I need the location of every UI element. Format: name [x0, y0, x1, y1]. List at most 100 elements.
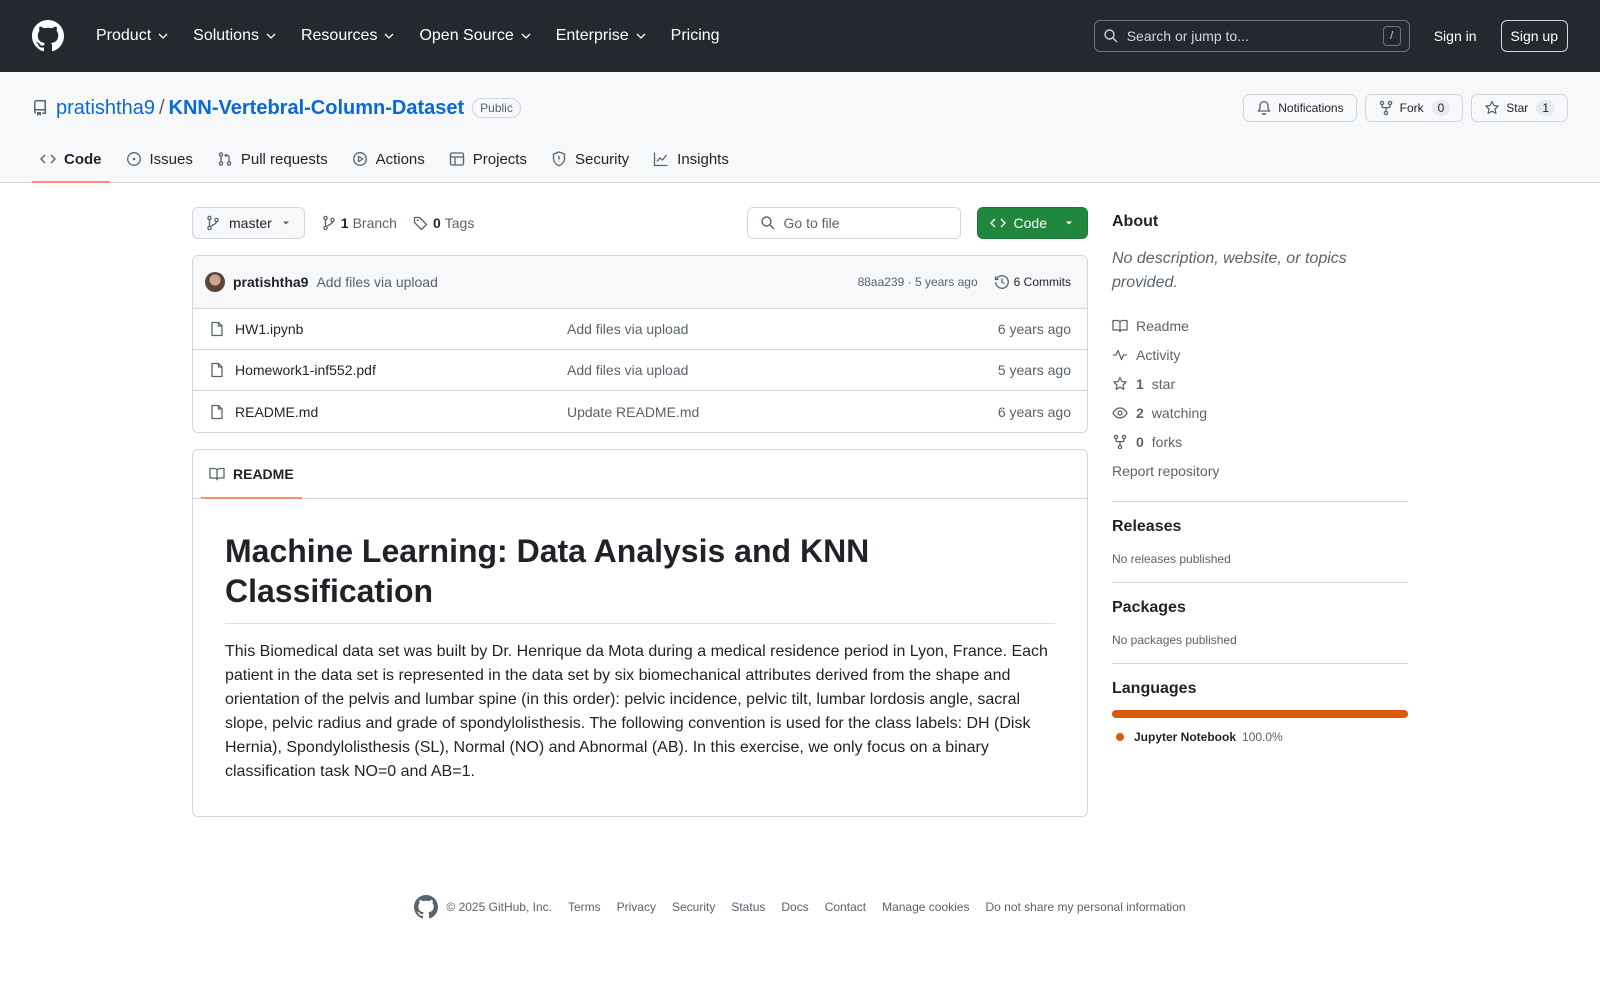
- code-button-label: Code: [1013, 215, 1047, 231]
- stars-label: star: [1151, 375, 1176, 392]
- file-commit-link[interactable]: Add files via upload: [567, 362, 998, 378]
- file-age: 6 years ago: [997, 403, 1071, 420]
- search-placeholder: Search or jump to...: [1126, 28, 1249, 44]
- tab-projects[interactable]: Projects: [441, 136, 535, 182]
- table-row[interactable]: HW1.ipynb Add files via upload 6 years a…: [193, 309, 1087, 350]
- stars-link[interactable]: 1 star: [1112, 369, 1408, 398]
- sign-in-link[interactable]: Sign in: [1434, 22, 1477, 50]
- releases-text: No releases published: [1112, 552, 1231, 566]
- releases-heading[interactable]: Releases: [1112, 518, 1408, 536]
- table-row[interactable]: README.md Update README.md 6 years ago: [193, 391, 1087, 432]
- packages-heading[interactable]: Packages: [1112, 599, 1408, 617]
- repo-name-link[interactable]: KNN-Vertebral-Column-Dataset: [169, 97, 465, 120]
- branches-link[interactable]: 1 Branch: [321, 215, 397, 231]
- code-icon: [989, 218, 1006, 228]
- packages-section: Packages No packages published: [1112, 582, 1408, 647]
- commit-author-link[interactable]: pratishtha9: [233, 274, 308, 290]
- search-icon: [760, 216, 775, 230]
- global-search-input[interactable]: Search or jump to... /: [1093, 20, 1410, 52]
- commit-hash-age[interactable]: 88aa239 · 5 years ago: [858, 275, 978, 289]
- readme-title: Machine Learning: Data Analysis and KNN …: [225, 531, 1055, 624]
- fork-icon: [1379, 100, 1392, 116]
- nav-product[interactable]: Product: [88, 21, 177, 51]
- chevron-down-icon: [636, 33, 646, 39]
- tab-pull-requests[interactable]: Pull requests: [209, 136, 336, 182]
- sign-up-button[interactable]: Sign up: [1500, 20, 1568, 52]
- nav-resources[interactable]: Resources: [293, 21, 403, 51]
- footer-link-manage-cookies[interactable]: Manage cookies: [882, 900, 969, 914]
- tag-icon: [413, 216, 428, 231]
- tab-code[interactable]: Code: [32, 136, 110, 183]
- repo-title-row: pratishtha9 / KNN-Vertebral-Column-Datas…: [0, 72, 1600, 136]
- site-footer: © 2025 GitHub, Inc. Terms Privacy Securi…: [0, 895, 1600, 919]
- languages-heading: Languages: [1112, 680, 1197, 697]
- about-heading: About: [1112, 213, 1159, 230]
- tab-issues[interactable]: Issues: [118, 136, 201, 182]
- readme-link[interactable]: Readme: [1112, 311, 1408, 340]
- file-name-link[interactable]: README.md: [235, 404, 567, 420]
- activity-link-label: Activity: [1136, 346, 1181, 363]
- forks-link[interactable]: 0 forks: [1112, 427, 1408, 456]
- footer-link-privacy[interactable]: Privacy: [617, 900, 656, 914]
- footer-link-terms[interactable]: Terms: [568, 900, 601, 914]
- tag-count: 0: [432, 215, 441, 231]
- fork-icon: [1113, 434, 1127, 449]
- tag-label: Tags: [444, 215, 475, 231]
- avatar[interactable]: [205, 272, 225, 292]
- activity-link[interactable]: Activity: [1112, 340, 1408, 369]
- repo-owner-link[interactable]: pratishtha9: [56, 97, 155, 120]
- nav-solutions-label: Solutions: [193, 27, 259, 44]
- star-button[interactable]: Star 1: [1471, 94, 1568, 122]
- repo-layout: master 1 Branch 0 Tags Go to file Code p…: [0, 183, 1600, 817]
- github-logo-icon[interactable]: [414, 895, 439, 919]
- file-commit-link[interactable]: Add files via upload: [567, 321, 998, 337]
- file-name-link[interactable]: HW1.ipynb: [235, 321, 567, 337]
- language-item[interactable]: Jupyter Notebook 100.0%: [1112, 730, 1408, 744]
- latest-commit-row: pratishtha9 Add files via upload 88aa239…: [193, 256, 1087, 309]
- file-name-link[interactable]: Homework1-inf552.pdf: [235, 362, 567, 378]
- notifications-button[interactable]: Notifications: [1243, 94, 1357, 122]
- releases-section: Releases No releases published: [1112, 501, 1408, 566]
- about-sidebar: About No description, website, or topics…: [1112, 207, 1408, 817]
- shield-icon: [552, 151, 566, 167]
- commits-history-link[interactable]: 6 Commits: [994, 274, 1071, 290]
- branch-icon: [323, 215, 335, 231]
- tags-link[interactable]: 0 Tags: [413, 215, 474, 231]
- go-to-file-input[interactable]: Go to file: [746, 207, 961, 239]
- tab-insights[interactable]: Insights: [645, 136, 737, 182]
- code-dropdown-button[interactable]: Code: [976, 207, 1088, 239]
- notifications-label: Notifications: [1278, 101, 1344, 115]
- footer-link-status[interactable]: Status: [731, 900, 765, 914]
- file-icon: [211, 404, 223, 419]
- readme-content: Machine Learning: Data Analysis and KNN …: [193, 499, 1087, 816]
- search-shortcut-key: /: [1382, 26, 1401, 46]
- commits-count: 6 Commits: [1013, 275, 1071, 289]
- readme-header: README: [193, 450, 1087, 499]
- report-repository-link[interactable]: Report repository: [1112, 456, 1408, 485]
- nav-open-source[interactable]: Open Source: [411, 21, 539, 51]
- footer-link-docs[interactable]: Docs: [781, 900, 808, 914]
- branch-selector[interactable]: master: [192, 207, 305, 239]
- tab-security[interactable]: Security: [543, 136, 637, 182]
- file-navigation: master 1 Branch 0 Tags Go to file Code: [192, 207, 1088, 239]
- watchers-link[interactable]: 2 watching: [1112, 398, 1408, 427]
- footer-link-security[interactable]: Security: [672, 900, 715, 914]
- file-list: pratishtha9 Add files via upload 88aa239…: [192, 255, 1088, 433]
- tab-actions[interactable]: Actions: [344, 136, 433, 182]
- github-logo-icon[interactable]: [32, 20, 64, 52]
- history-icon: [994, 275, 1009, 289]
- nav-pricing[interactable]: Pricing: [663, 21, 728, 51]
- nav-enterprise-label: Enterprise: [555, 27, 629, 44]
- nav-enterprise[interactable]: Enterprise: [548, 21, 655, 51]
- packages-text: No packages published: [1112, 633, 1237, 647]
- commit-message-link[interactable]: Add files via upload: [316, 274, 437, 290]
- file-commit-link[interactable]: Update README.md: [567, 404, 998, 420]
- tab-pull-requests-label: Pull requests: [240, 150, 328, 168]
- fork-button[interactable]: Fork 0: [1364, 94, 1464, 122]
- table-row[interactable]: Homework1-inf552.pdf Add files via uploa…: [193, 350, 1087, 391]
- about-description: No description, website, or topics provi…: [1112, 250, 1347, 291]
- nav-solutions[interactable]: Solutions: [185, 21, 285, 51]
- readme-tab[interactable]: README: [201, 450, 302, 499]
- footer-link-do-not-share[interactable]: Do not share my personal information: [985, 900, 1185, 914]
- footer-link-contact[interactable]: Contact: [825, 900, 866, 914]
